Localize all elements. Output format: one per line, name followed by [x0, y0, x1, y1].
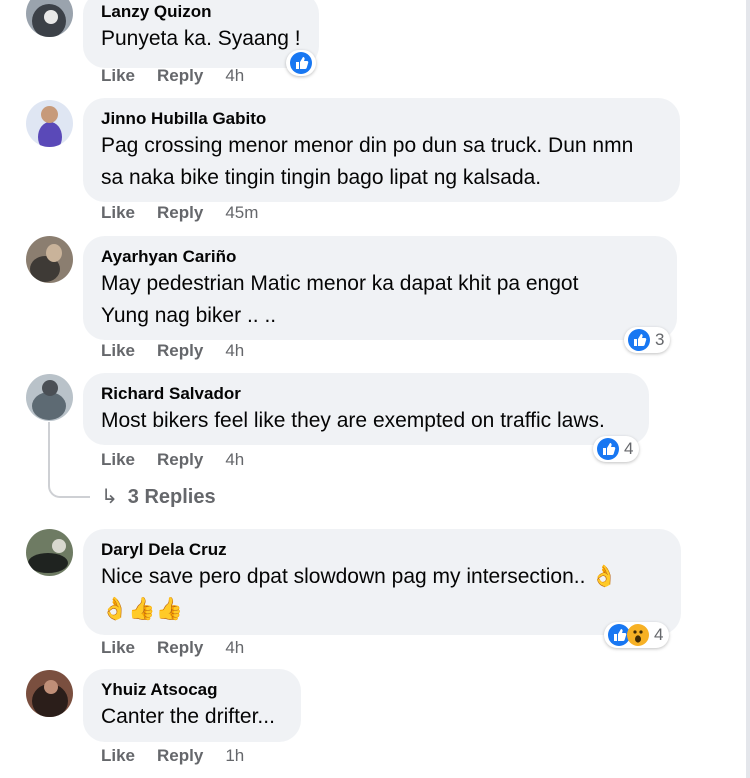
- comment-author[interactable]: Jinno Hubilla Gabito: [101, 108, 662, 130]
- comment-actions: Like Reply 4h: [101, 66, 244, 86]
- reply-button[interactable]: Reply: [157, 638, 203, 658]
- reaction-summary[interactable]: 4: [593, 436, 640, 462]
- reply-button[interactable]: Reply: [157, 746, 203, 766]
- avatar[interactable]: [26, 100, 73, 147]
- avatar[interactable]: [26, 670, 73, 717]
- comment-actions: Like Reply 45m: [101, 203, 258, 223]
- comment-text: Pag crossing menor menor din po dun sa t…: [101, 134, 634, 157]
- comment-author[interactable]: Yhuiz Atsocag: [101, 679, 283, 701]
- reaction-summary[interactable]: 3: [624, 327, 671, 353]
- comment-text: sa naka bike tingin tingin bago lipat ng…: [101, 166, 542, 189]
- wow-icon: [627, 624, 649, 646]
- comment-text: Yung nag biker .. ..: [101, 304, 277, 327]
- reaction-count: 3: [655, 330, 665, 349]
- comment-emoji-line: 👌👍👍: [101, 596, 184, 621]
- comment-text: Punyeta ka. Syaang !: [101, 27, 301, 50]
- like-button[interactable]: Like: [101, 341, 135, 361]
- comment-bubble: Ayarhyan Cariño May pedestrian Matic men…: [83, 236, 677, 340]
- thread-connector: [48, 422, 90, 498]
- reply-arrow-icon: ↳: [101, 486, 118, 508]
- like-icon: [628, 329, 650, 351]
- avatar[interactable]: [26, 236, 73, 283]
- comment-actions: Like Reply 4h: [101, 450, 244, 470]
- comment-author[interactable]: Ayarhyan Cariño: [101, 246, 659, 268]
- like-button[interactable]: Like: [101, 203, 135, 223]
- comment-bubble: Jinno Hubilla Gabito Pag crossing menor …: [83, 98, 680, 202]
- comment-actions: Like Reply 4h: [101, 638, 244, 658]
- comment-time[interactable]: 4h: [225, 66, 244, 86]
- avatar[interactable]: [26, 374, 73, 421]
- like-icon: [597, 438, 619, 460]
- comment-author[interactable]: Richard Salvador: [101, 383, 631, 405]
- comment-bubble: Yhuiz Atsocag Canter the drifter...: [83, 669, 301, 742]
- comment-author[interactable]: Daryl Dela Cruz: [101, 539, 663, 561]
- comment-text: Most bikers feel like they are exempted …: [101, 409, 605, 432]
- comment-bubble: Richard Salvador Most bikers feel like t…: [83, 373, 649, 445]
- comment-text: Nice save pero dpat slowdown pag my inte…: [101, 565, 618, 588]
- comment-text: May pedestrian Matic menor ka dapat khit…: [101, 272, 579, 295]
- reply-button[interactable]: Reply: [157, 450, 203, 470]
- comment-time[interactable]: 4h: [225, 341, 244, 361]
- like-button[interactable]: Like: [101, 66, 135, 86]
- reaction-count: 4: [654, 625, 664, 644]
- comment-bubble: Daryl Dela Cruz Nice save pero dpat slow…: [83, 529, 681, 635]
- reply-button[interactable]: Reply: [157, 203, 203, 223]
- reaction-count: 4: [624, 439, 634, 458]
- comment-time[interactable]: 1h: [225, 746, 244, 766]
- avatar[interactable]: [26, 529, 73, 576]
- comment-actions: Like Reply 4h: [101, 341, 244, 361]
- comment-time[interactable]: 4h: [225, 638, 244, 658]
- reaction-summary[interactable]: 4: [604, 622, 670, 648]
- comment-bubble: Lanzy Quizon Punyeta ka. Syaang !: [83, 0, 319, 68]
- reply-button[interactable]: Reply: [157, 341, 203, 361]
- replies-label[interactable]: 3 Replies: [128, 486, 216, 508]
- view-replies-link[interactable]: ↳ 3 Replies: [101, 484, 216, 509]
- comment-time[interactable]: 4h: [225, 450, 244, 470]
- like-button[interactable]: Like: [101, 638, 135, 658]
- window-edge: [746, 0, 750, 778]
- reply-button[interactable]: Reply: [157, 66, 203, 86]
- like-icon: [290, 52, 312, 74]
- like-button[interactable]: Like: [101, 746, 135, 766]
- comment-text: Canter the drifter...: [101, 705, 275, 728]
- avatar[interactable]: [26, 0, 73, 37]
- comment-time[interactable]: 45m: [225, 203, 258, 223]
- comment-author[interactable]: Lanzy Quizon: [101, 1, 301, 23]
- like-button[interactable]: Like: [101, 450, 135, 470]
- comment-actions: Like Reply 1h: [101, 746, 244, 766]
- reaction-summary[interactable]: [286, 50, 316, 76]
